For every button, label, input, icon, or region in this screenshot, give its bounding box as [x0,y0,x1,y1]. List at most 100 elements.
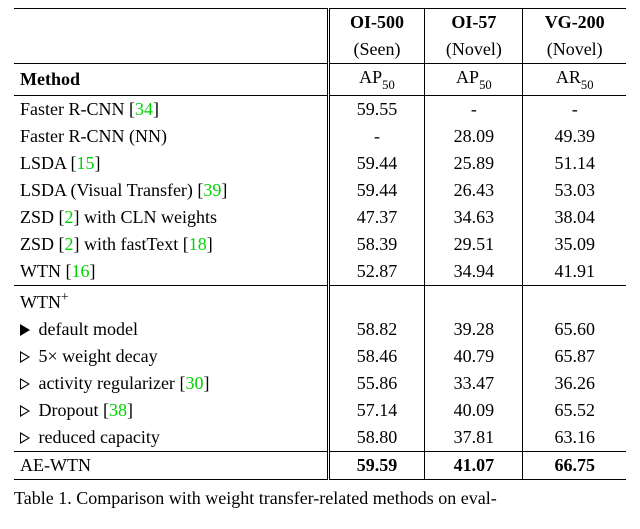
method-cell: WTN+ [14,285,328,316]
metric-text: AP [359,67,382,87]
method-cell: AE-WTN [14,451,328,479]
triangle-open-icon [20,351,30,363]
cell-value: 39.28 [425,316,523,343]
method-cell: LSDA [15] [14,150,328,177]
method-name: Faster R-CNN [20,99,125,119]
cell-value: 59.44 [328,150,425,177]
cell-value: 66.75 [523,451,626,479]
cell-value: 35.09 [523,231,626,258]
table-row: 5× weight decay 58.46 40.79 65.87 [14,343,626,370]
cell-value: 36.26 [523,370,626,397]
table-row: Faster R-CNN (NN) - 28.09 49.39 [14,123,626,150]
table-row: default model 58.82 39.28 65.60 [14,316,626,343]
cell-value: 51.14 [523,150,626,177]
citation-link[interactable]: 34 [135,99,153,119]
table-row: Dropout [38] 57.14 40.09 65.52 [14,397,626,424]
results-table-figure: OI-500 OI-57 VG-200 (Seen) (Novel) (Nove… [0,0,640,518]
cell-value: 58.39 [328,231,425,258]
citation-link[interactable]: 18 [189,234,207,254]
cell-value: 59.59 [328,451,425,479]
citation-link[interactable]: 38 [109,400,127,420]
cell-value: 53.03 [523,177,626,204]
method-cell: default model [14,316,328,343]
cell-empty [523,285,626,316]
cell-value: 29.51 [425,231,523,258]
cell-value: 58.80 [328,424,425,452]
method-cell: WTN [16] [14,258,328,286]
header-row-metrics: Method AP50 AP50 AR50 [14,64,626,96]
citation-link[interactable]: 30 [185,373,203,393]
method-header: Method [14,64,328,96]
cell-value: 52.87 [328,258,425,286]
split-novel1: (Novel) [425,36,523,64]
cell-value: 34.94 [425,258,523,286]
method-name: ZSD [20,207,54,227]
method-name: ZSD [20,234,54,254]
citation-link[interactable]: 15 [77,153,95,173]
cell-value: 59.55 [328,95,425,123]
method-name: with CLN weights [80,207,218,227]
citation-link[interactable]: 2 [65,207,74,227]
header-row-splits: (Seen) (Novel) (Novel) [14,36,626,64]
split-seen: (Seen) [328,36,425,64]
triangle-filled-icon [20,324,30,336]
method-cell: reduced capacity [14,424,328,452]
method-cell: activity regularizer [30] [14,370,328,397]
cell-value: 37.81 [425,424,523,452]
cell-value: 65.87 [523,343,626,370]
empty-header [14,9,328,37]
method-cell: Faster R-CNN [34] [14,95,328,123]
method-cell: 5× weight decay [14,343,328,370]
method-name: WTN [20,261,61,281]
table-row: AE-WTN 59.59 41.07 66.75 [14,451,626,479]
cell-value: 34.63 [425,204,523,231]
method-cell: Dropout [38] [14,397,328,424]
method-cell: Faster R-CNN (NN) [14,123,328,150]
group-header-wtnplus: WTN+ [14,285,626,316]
table-row: ZSD [2] with CLN weights 47.37 34.63 38.… [14,204,626,231]
results-table: OI-500 OI-57 VG-200 (Seen) (Novel) (Nove… [14,8,626,480]
metric-sub: 50 [479,78,492,92]
cell-value: 40.79 [425,343,523,370]
cell-value: 25.89 [425,150,523,177]
cell-value: 55.86 [328,370,425,397]
cell-value: 40.09 [425,397,523,424]
cell-value: 65.52 [523,397,626,424]
citation-link[interactable]: 39 [203,180,221,200]
cell-value: - [328,123,425,150]
split-novel2: (Novel) [523,36,626,64]
method-name: with fastText [80,234,179,254]
method-name: activity regularizer [34,373,175,393]
cell-value: 41.07 [425,451,523,479]
method-cell: ZSD [2] with fastText [18] [14,231,328,258]
cell-empty [328,285,425,316]
citation-link[interactable]: 16 [71,261,89,281]
col-oi500-header: OI-500 [328,9,425,37]
metric-text: AR [556,67,581,87]
method-cell: LSDA (Visual Transfer) [39] [14,177,328,204]
table-caption: Table 1. Comparison with weight transfer… [14,486,626,510]
metric-sub: 50 [581,78,594,92]
metric-ap50-2: AP50 [425,64,523,96]
cell-empty [425,285,523,316]
cell-value: 28.09 [425,123,523,150]
method-name: Dropout [34,400,99,420]
cell-value: 65.60 [523,316,626,343]
cell-value: 47.37 [328,204,425,231]
table-row: reduced capacity 58.80 37.81 63.16 [14,424,626,452]
method-cell: ZSD [2] with CLN weights [14,204,328,231]
metric-text: AP [456,67,479,87]
cell-value: - [523,95,626,123]
method-name: LSDA (Visual Transfer) [20,180,193,200]
metric-ar50: AR50 [523,64,626,96]
empty-header [14,36,328,64]
metric-sub: 50 [382,78,395,92]
cell-value: 57.14 [328,397,425,424]
cell-value: 33.47 [425,370,523,397]
cell-value: 59.44 [328,177,425,204]
table-row: activity regularizer [30] 55.86 33.47 36… [14,370,626,397]
superscript-plus: + [61,289,69,304]
table-row: Faster R-CNN [34] 59.55 - - [14,95,626,123]
method-name: LSDA [20,153,66,173]
citation-link[interactable]: 2 [65,234,74,254]
